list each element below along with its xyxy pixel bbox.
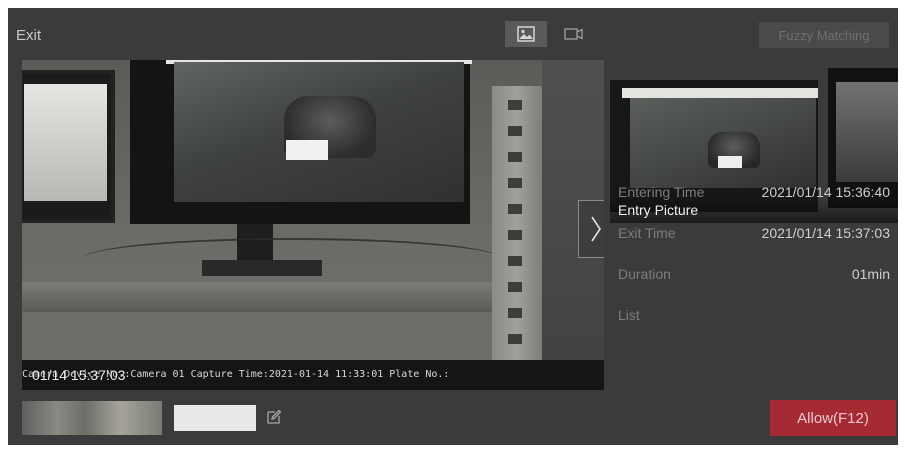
capture-time: 01/14 15:37:03 [32, 367, 126, 383]
picture-mode-button[interactable] [505, 21, 547, 47]
video-camera-icon [564, 28, 583, 40]
duration-value: 01min [851, 266, 890, 282]
entering-time-label: Entering Time [618, 184, 705, 200]
scene-shelf [22, 282, 522, 312]
edit-icon [267, 409, 282, 424]
edit-plate-button[interactable] [264, 407, 284, 427]
image-icon [517, 26, 535, 42]
list-row: List [618, 307, 890, 329]
exit-time-row: Exit Time 2021/01/14 15:37:03 [618, 225, 890, 247]
allow-button[interactable]: Allow(F12) [770, 400, 896, 436]
exit-panel: Exit Fuzzy Matching Camera Device No.:Ca… [8, 8, 898, 445]
plate-thumbnail [22, 401, 162, 435]
entering-time-value: 2021/01/14 15:36:40 [761, 184, 890, 200]
entering-time-row: Entering Time 2021/01/14 15:36:40 [618, 184, 890, 206]
duration-row: Duration 01min [618, 266, 890, 288]
exit-time-value: 2021/01/14 15:37:03 [761, 225, 890, 241]
panel-title: Exit [16, 27, 42, 44]
fuzzy-matching-button[interactable]: Fuzzy Matching [759, 22, 889, 48]
exit-picture: Camera Device No.:Camera 01 Capture Time… [22, 60, 604, 390]
plate-number-field [174, 405, 256, 431]
plate-mask [718, 156, 742, 168]
scene-monitor [130, 60, 472, 224]
video-mode-button[interactable] [553, 21, 595, 47]
plate-mask [286, 140, 328, 160]
scene-left-monitor [22, 70, 115, 223]
next-picture-button[interactable] [578, 200, 604, 258]
list-label: List [618, 307, 640, 323]
chevron-right-icon [591, 216, 601, 242]
exit-time-label: Exit Time [618, 225, 676, 241]
duration-label: Duration [618, 266, 671, 282]
